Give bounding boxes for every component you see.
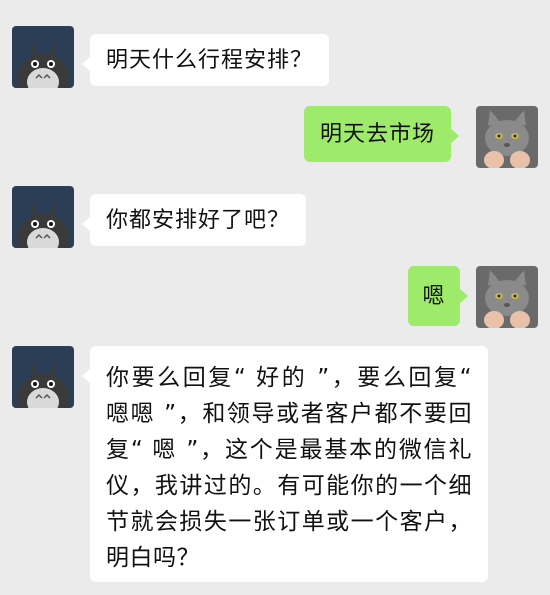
message-bubble-incoming[interactable]: 你都安排好了吧？ (81, 194, 307, 246)
totoro-avatar-icon[interactable] (12, 26, 74, 88)
message-text: 明天去市场 (320, 121, 436, 147)
message-bubble-outgoing[interactable]: 明天去市场 (304, 106, 460, 162)
message-text: 你要么回复“ 好的 ”，要么回复“ 嗯嗯 ”，和领导或者客户都不要回复“ 嗯 ”… (106, 365, 472, 571)
message-bubble-outgoing[interactable]: 嗯 (408, 266, 468, 326)
cat-avatar-icon[interactable] (476, 266, 538, 328)
totoro-avatar-icon[interactable] (12, 186, 74, 248)
message-text: 明天什么行程安排？ (106, 47, 314, 73)
message-text: 嗯 (422, 283, 446, 309)
message-bubble-incoming[interactable]: 明天什么行程安排？ (81, 34, 330, 86)
cat-avatar-icon[interactable] (476, 106, 538, 168)
chat-view: 明天什么行程安排？ 明天去市场 你都安排好了吧？ 嗯 你要么回复“ 好的 ”，要… (0, 0, 550, 595)
message-text: 你都安排好了吧？ (106, 207, 291, 233)
totoro-avatar-icon[interactable] (12, 346, 74, 408)
message-bubble-incoming[interactable]: 你要么回复“ 好的 ”，要么回复“ 嗯嗯 ”，和领导或者客户都不要回复“ 嗯 ”… (82, 346, 488, 582)
